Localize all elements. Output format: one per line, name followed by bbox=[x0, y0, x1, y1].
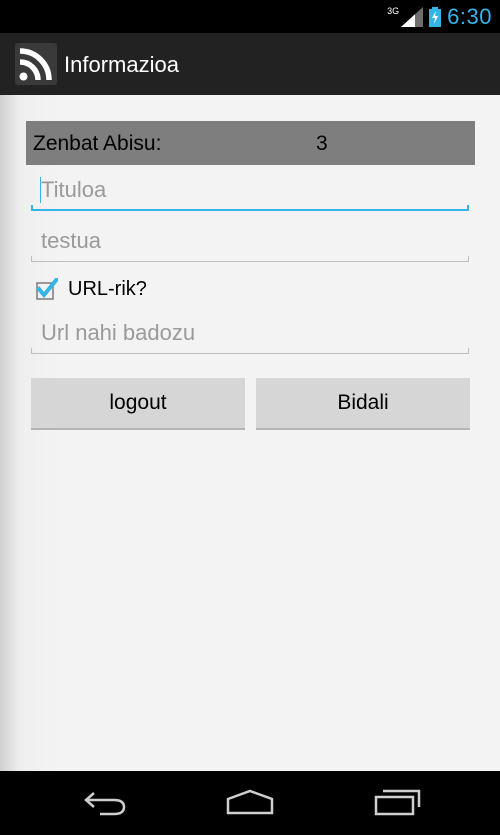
network-type-label: 3G bbox=[387, 5, 400, 16]
title-input-underline bbox=[31, 209, 469, 211]
url-checkbox-label[interactable]: URL-rik? bbox=[68, 278, 147, 301]
signal-icon bbox=[401, 6, 424, 27]
action-bar: Informazioa bbox=[0, 33, 500, 95]
notification-count-bar: Zenbat Abisu: 3 bbox=[26, 121, 475, 165]
url-placeholder: Url nahi badozu bbox=[41, 320, 196, 345]
url-input-underline bbox=[31, 353, 469, 354]
count-value: 3 bbox=[316, 132, 328, 155]
status-icons: 3G 6:30 bbox=[387, 0, 492, 33]
clock: 6:30 bbox=[447, 3, 492, 29]
battery-icon bbox=[429, 6, 442, 27]
rss-icon[interactable] bbox=[15, 43, 57, 85]
home-icon[interactable] bbox=[225, 789, 275, 817]
text-placeholder: testua bbox=[41, 228, 101, 253]
text-input[interactable]: testua bbox=[31, 222, 469, 262]
title-placeholder: Tituloa bbox=[41, 177, 107, 202]
title-input[interactable]: Tituloa bbox=[31, 171, 469, 211]
url-checkbox-row[interactable]: URL-rik? bbox=[36, 275, 147, 303]
navigation-bar bbox=[0, 771, 500, 835]
status-bar: 3G 6:30 bbox=[0, 0, 500, 33]
back-icon[interactable] bbox=[82, 789, 128, 817]
text-input-underline bbox=[31, 261, 469, 262]
count-label: Zenbat Abisu: bbox=[33, 132, 162, 155]
app-title: Informazioa bbox=[64, 52, 179, 77]
send-button[interactable]: Bidali bbox=[256, 378, 470, 430]
url-checkbox[interactable] bbox=[36, 278, 58, 300]
recent-apps-icon[interactable] bbox=[373, 789, 421, 817]
logout-button[interactable]: logout bbox=[31, 378, 245, 430]
url-input[interactable]: Url nahi badozu bbox=[31, 314, 469, 354]
main-content: Zenbat Abisu: 3 Tituloa testua URL-rik? … bbox=[0, 95, 500, 771]
